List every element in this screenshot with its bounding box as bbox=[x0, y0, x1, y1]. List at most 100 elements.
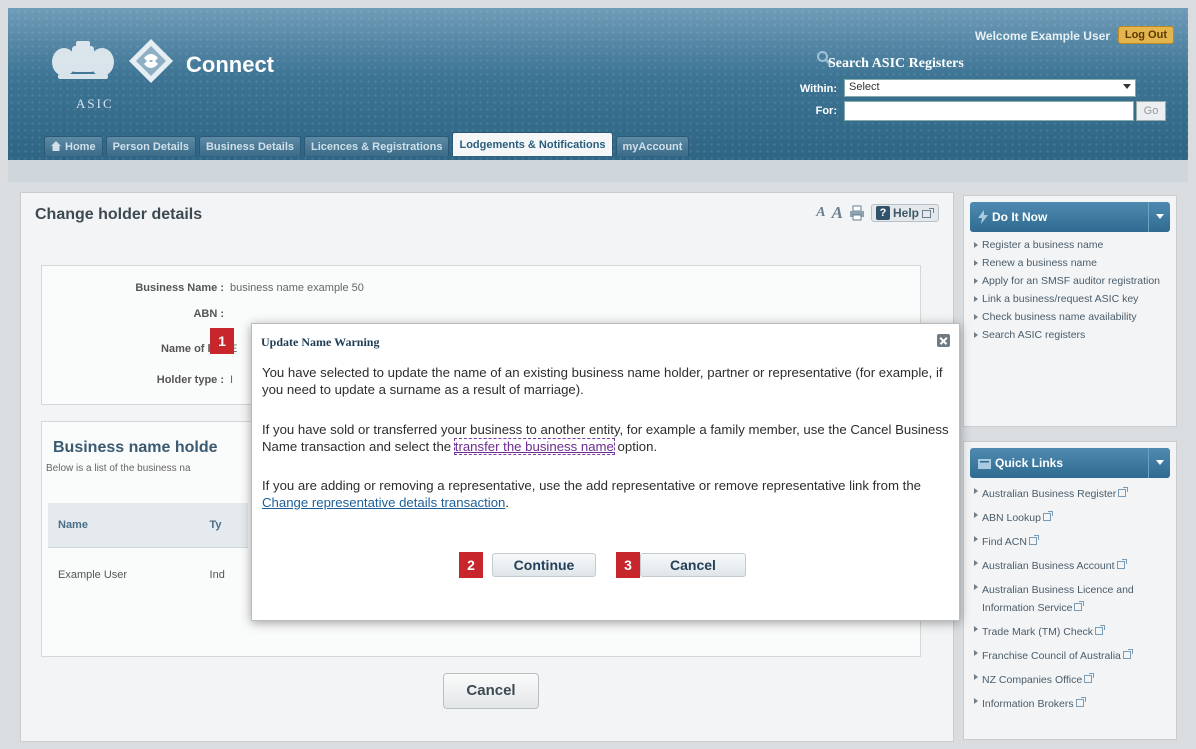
quick-link-label: Australian Business Licence and Informat… bbox=[982, 584, 1134, 614]
help-label: Help bbox=[892, 206, 919, 220]
do-it-now-list: Register a business name Renew a busines… bbox=[964, 236, 1176, 350]
holders-title: Business name holde bbox=[53, 439, 218, 456]
agency-label: ASIC bbox=[76, 96, 114, 111]
dialog-cancel-button[interactable]: Cancel bbox=[640, 553, 746, 577]
within-label: Within: bbox=[799, 83, 837, 95]
tab-lodgements-notifications[interactable]: Lodgements & Notifications bbox=[452, 132, 613, 156]
close-icon[interactable] bbox=[937, 334, 950, 347]
continue-button[interactable]: Continue bbox=[492, 553, 596, 577]
paragraph-3-text: If you are adding or removing a represen… bbox=[262, 478, 921, 493]
change-representative-details-link[interactable]: Change representative details transactio… bbox=[262, 495, 505, 510]
abn-label: ABN : bbox=[193, 308, 224, 320]
page-title: Change holder details bbox=[35, 206, 203, 223]
column-header-name: Name bbox=[48, 503, 200, 548]
tab-myaccount[interactable]: myAccount bbox=[615, 136, 690, 156]
site-header: Connect ASIC Welcome Example User Log Ou… bbox=[8, 8, 1188, 160]
dialog-paragraph-1: You have selected to update the name of … bbox=[262, 365, 943, 397]
help-button[interactable]: ? Help bbox=[870, 204, 939, 222]
list-item[interactable]: Australian Business Register bbox=[974, 482, 1168, 506]
callout-badge-3: 3 bbox=[616, 552, 640, 578]
list-item[interactable]: Renew a business name bbox=[974, 254, 1168, 272]
holder-name-label: Name of hol bbox=[161, 343, 224, 355]
update-name-warning-dialog: Update Name Warning You have selected to… bbox=[251, 323, 960, 621]
business-name-row: Business Name : business name example 50 bbox=[72, 282, 364, 294]
external-link-icon bbox=[1042, 511, 1053, 521]
dialog-title: Update Name Warning bbox=[261, 335, 380, 349]
table-row[interactable]: Example User Ind bbox=[48, 547, 248, 602]
header-band bbox=[8, 160, 1188, 182]
tab-business-details[interactable]: Business Details bbox=[198, 136, 302, 156]
paragraph-2-suffix: option. bbox=[613, 439, 658, 454]
quick-link-label: Information Brokers bbox=[982, 698, 1074, 710]
list-item[interactable]: Find ACN bbox=[974, 530, 1168, 554]
coat-of-arms-icon bbox=[52, 41, 114, 79]
increase-text-icon[interactable]: A bbox=[832, 203, 843, 223]
cancel-button[interactable]: Cancel bbox=[443, 673, 539, 709]
asic-logo-icon bbox=[129, 39, 173, 83]
external-link-icon bbox=[1028, 535, 1039, 545]
chevron-down-icon[interactable] bbox=[1148, 448, 1170, 478]
holder-type-value: I bbox=[230, 374, 234, 386]
list-item[interactable]: Information Brokers bbox=[974, 692, 1168, 716]
decrease-text-icon[interactable]: A bbox=[816, 205, 825, 221]
list-item[interactable]: NZ Companies Office bbox=[974, 668, 1168, 692]
quick-link-label: Find ACN bbox=[982, 536, 1027, 548]
quick-links-list: Australian Business Register ABN Lookup … bbox=[964, 482, 1176, 722]
tab-home[interactable]: Home bbox=[44, 136, 103, 156]
quick-link-label: Franchise Council of Australia bbox=[982, 650, 1121, 662]
external-link-icon bbox=[1116, 559, 1127, 569]
list-item[interactable]: Australian Business Licence and Informat… bbox=[974, 578, 1168, 620]
external-link-icon bbox=[1095, 625, 1106, 635]
list-item[interactable]: Franchise Council of Australia bbox=[974, 644, 1168, 668]
abn-row: ABN : bbox=[72, 308, 224, 320]
tab-licences-registrations[interactable]: Licences & Registrations bbox=[304, 136, 450, 156]
list-item[interactable]: Apply for an SMSF auditor registration bbox=[974, 272, 1168, 290]
list-item[interactable]: Register a business name bbox=[974, 236, 1168, 254]
home-icon bbox=[51, 141, 61, 151]
popout-icon bbox=[922, 208, 934, 218]
transfer-business-name-link[interactable]: transfer the business name bbox=[453, 438, 615, 455]
list-item[interactable]: Trade Mark (TM) Check bbox=[974, 620, 1168, 644]
tab-person-details[interactable]: Person Details bbox=[105, 136, 196, 156]
paragraph-3-suffix: . bbox=[505, 495, 510, 510]
do-it-now-header[interactable]: Do It Now bbox=[970, 202, 1170, 232]
chevron-down-icon bbox=[1123, 84, 1131, 89]
print-icon[interactable] bbox=[849, 205, 865, 221]
do-it-now-title: Do It Now bbox=[992, 210, 1048, 224]
business-name-value: business name example 50 bbox=[230, 282, 364, 294]
callout-badge-2: 2 bbox=[459, 552, 483, 578]
dialog-paragraph-2: If you have sold or transferred your bus… bbox=[262, 421, 952, 455]
within-select-value: Select bbox=[849, 81, 880, 93]
cell-name: Example User bbox=[58, 568, 128, 581]
quick-links-title: Quick Links bbox=[995, 456, 1064, 470]
logout-button[interactable]: Log Out bbox=[1117, 26, 1174, 44]
within-select[interactable]: Select bbox=[844, 79, 1136, 97]
help-icon: ? bbox=[875, 206, 890, 220]
quick-link-label: ABN Lookup bbox=[982, 512, 1041, 524]
search-input[interactable] bbox=[844, 101, 1134, 121]
list-item[interactable]: ABN Lookup bbox=[974, 506, 1168, 530]
main-nav-tabs: Home Person Details Business Details Lic… bbox=[44, 132, 690, 156]
column-header-type: Ty bbox=[199, 503, 248, 548]
list-item[interactable]: Australian Business Account bbox=[974, 554, 1168, 578]
lightning-icon bbox=[978, 210, 988, 224]
external-link-icon bbox=[1122, 649, 1133, 659]
list-item[interactable]: Check business name availability bbox=[974, 308, 1168, 326]
quick-link-label: Australian Business Register bbox=[982, 488, 1117, 500]
search-registers-title: Search ASIC Registers bbox=[828, 56, 964, 71]
for-label: For: bbox=[815, 105, 837, 117]
holders-table: Name Ty Example User Ind bbox=[48, 503, 248, 602]
external-link-icon bbox=[1074, 601, 1085, 611]
list-item[interactable]: Search ASIC registers bbox=[974, 326, 1168, 344]
chevron-down-icon[interactable] bbox=[1148, 202, 1170, 232]
table-header-row: Name Ty bbox=[48, 503, 248, 548]
callout-badge-1: 1 bbox=[210, 328, 234, 354]
quick-links-header[interactable]: Quick Links bbox=[970, 448, 1170, 478]
holder-type-label: Holder type : bbox=[156, 374, 224, 386]
page-tools: A A ? Help bbox=[816, 203, 939, 223]
go-button[interactable]: Go bbox=[1136, 101, 1166, 121]
quick-link-label: Trade Mark (TM) Check bbox=[982, 626, 1094, 638]
dialog-paragraph-3: If you are adding or removing a represen… bbox=[262, 477, 952, 511]
list-item[interactable]: Link a business/request ASIC key bbox=[974, 290, 1168, 308]
external-link-icon bbox=[1084, 673, 1095, 683]
